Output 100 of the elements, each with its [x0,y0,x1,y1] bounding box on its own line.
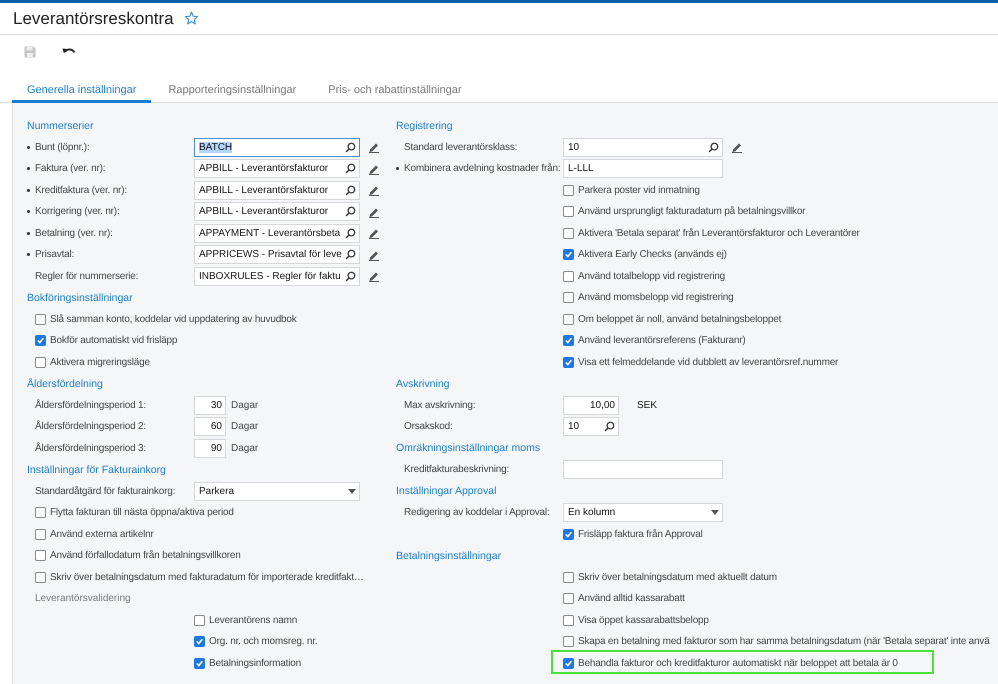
checkbox[interactable] [563,314,574,325]
checkbox-label[interactable]: Visa öppet kassarabattsbelopp [578,614,709,626]
tab[interactable]: Rapporteringsinställningar [153,80,312,103]
field-label: Regler för nummerserie: [35,270,138,282]
search-icon[interactable] [345,184,356,196]
lookup-field[interactable]: BATCH [194,138,360,157]
subheading: Leverantörsvalidering [35,593,131,604]
lookup-field[interactable]: INBOXRULES - Regler för faktu [194,266,360,286]
checkbox-label[interactable]: Bokför automatiskt vid frisläpp [50,335,178,346]
checkbox[interactable] [563,270,574,282]
checkbox[interactable] [35,528,46,540]
checkbox[interactable] [35,314,46,325]
pencil-icon[interactable] [368,141,380,154]
checkbox-label[interactable]: Aktivera migreringsläge [50,356,150,368]
search-icon[interactable] [345,142,356,153]
checkbox-label[interactable]: Parkera poster vid inmatning [578,184,700,196]
lookup-field[interactable]: APBILL - Leverantörsfakturor [194,159,360,178]
checkbox[interactable] [563,572,574,583]
lookup-field[interactable]: APBILL - Leverantörsfakturor [194,202,360,222]
section-heading: Åldersfördelning [27,378,103,390]
search-icon[interactable] [708,142,719,153]
pencil-icon[interactable] [368,270,380,282]
field-label: Redigering av koddelar i Approval: [404,507,550,518]
field-label: Åldersfördelningsperiod 2: [35,421,146,432]
checkbox-label[interactable]: Använd externa artikelnr [50,528,154,540]
checkbox-label[interactable]: Visa ett felmeddelande vid dubblett av leverantörsref.nummer [578,356,838,368]
checkbox-label[interactable]: Använd totalbelopp vid registrering [578,270,725,282]
search-icon[interactable] [604,421,615,432]
field-label: Faktura (ver. nr): [35,163,106,174]
unit-label: Dagar [231,442,258,454]
checkbox-label[interactable]: Använd ursprungligt fakturadatum på betalningsvillkor [578,206,806,218]
search-icon[interactable] [345,249,356,260]
checkbox[interactable] [563,292,574,304]
checkbox-label[interactable]: Skapa en betalning med fakturor som har samma betalningsdatum (när 'Betala separat' inte anvä [578,636,990,648]
text-field[interactable] [563,460,723,480]
checkbox[interactable] [194,636,205,648]
amount-field[interactable]: 10,00 [563,396,619,415]
checkbox[interactable] [35,572,46,583]
field-label: Kombinera avdelning kostnader från: [404,163,560,174]
checkbox-label[interactable]: Org. nr. och momsreg. nr. [209,636,318,648]
search-icon[interactable] [345,270,356,282]
pencil-icon[interactable] [368,227,380,240]
lookup-field[interactable]: APPRICEWS - Prisavtal för leve [194,245,360,264]
checkbox-label[interactable]: Betalningsinformation [209,658,301,669]
tab[interactable]: Pris- och rabattinställningar [313,80,477,103]
checkbox[interactable] [563,335,574,346]
checkbox-label[interactable]: Slå samman konto, koddelar vid uppdatering av huvudbok [50,314,297,325]
checkbox[interactable] [194,658,205,669]
checkbox-label[interactable]: Använd förfallodatum från betalningsvillkoren [50,550,241,562]
search-icon[interactable] [345,206,356,218]
checkbox[interactable] [194,614,205,626]
field-label: Standardåtgärd för fakturainkorg: [35,486,176,497]
pencil-icon[interactable] [731,141,743,154]
checkbox[interactable] [563,593,574,604]
section-heading: Betalningsinställningar [396,550,502,562]
checkbox[interactable] [563,184,574,196]
number-field[interactable]: 30 [194,396,226,415]
checkbox-label[interactable]: Aktivera Early Checks (används ej) [578,249,727,260]
checkbox-label[interactable]: Frisläpp faktura från Approval [578,528,703,540]
lookup-field[interactable]: APBILL - Leverantörsfakturor [194,180,360,200]
number-field[interactable]: 90 [194,438,226,458]
pencil-icon[interactable] [368,248,380,261]
checkbox[interactable] [563,658,574,669]
checkbox-label[interactable]: Behandla fakturor och kreditfakturor automatiskt när beloppet att betala är 0 [578,658,898,669]
dropdown[interactable]: En kolumn [563,503,723,522]
checkbox[interactable] [35,550,46,562]
checkbox[interactable] [563,356,574,368]
checkbox-label[interactable]: Om beloppet är noll, använd betalningsbeloppet [578,314,782,325]
section-heading: Nummerserier [27,120,94,132]
unit-label: Dagar [231,421,258,432]
pencil-icon[interactable] [368,206,380,218]
undo-icon[interactable] [62,46,76,56]
pencil-icon[interactable] [368,184,380,196]
lookup-field[interactable]: 10 [563,417,619,436]
dropdown[interactable]: Parkera [194,482,360,501]
pencil-icon[interactable] [368,162,380,175]
checkbox-label[interactable]: Leverantörens namn [209,614,298,626]
checkbox[interactable] [563,636,574,648]
checkbox-label[interactable]: Skriv över betalningsdatum med aktuellt datum [578,572,777,583]
checkbox-label[interactable]: Aktivera 'Betala separat' från Leverantörsfakturor och Leverantörer [578,228,860,239]
checkbox[interactable] [563,614,574,626]
checkbox[interactable] [35,356,46,368]
search-icon[interactable] [345,228,356,239]
checkbox[interactable] [35,507,46,518]
checkbox-label[interactable]: Använd alltid kassarabatt [578,593,685,604]
search-icon[interactable] [345,163,356,174]
checkbox[interactable] [563,528,574,540]
checkbox-label[interactable]: Använd momsbelopp vid registrering [578,292,734,304]
number-field[interactable]: 60 [194,417,226,436]
checkbox[interactable] [563,228,574,239]
checkbox-label[interactable]: Använd leverantörsreferens (Fakturanr) [578,335,746,346]
lookup-field[interactable]: 10 [563,138,723,157]
star-icon[interactable] [184,11,199,26]
text-field[interactable]: L-LLL [563,159,723,178]
checkbox[interactable] [563,249,574,260]
lookup-field[interactable]: APPAYMENT - Leverantörsbeta [194,224,360,243]
checkbox[interactable] [35,335,46,346]
checkbox-label[interactable]: Skriv över betalningsdatum med fakturadatum för importerade kreditfakt… [50,572,364,583]
checkbox-label[interactable]: Flytta fakturan till nästa öppna/aktiva period [50,507,234,518]
checkbox[interactable] [563,206,574,218]
